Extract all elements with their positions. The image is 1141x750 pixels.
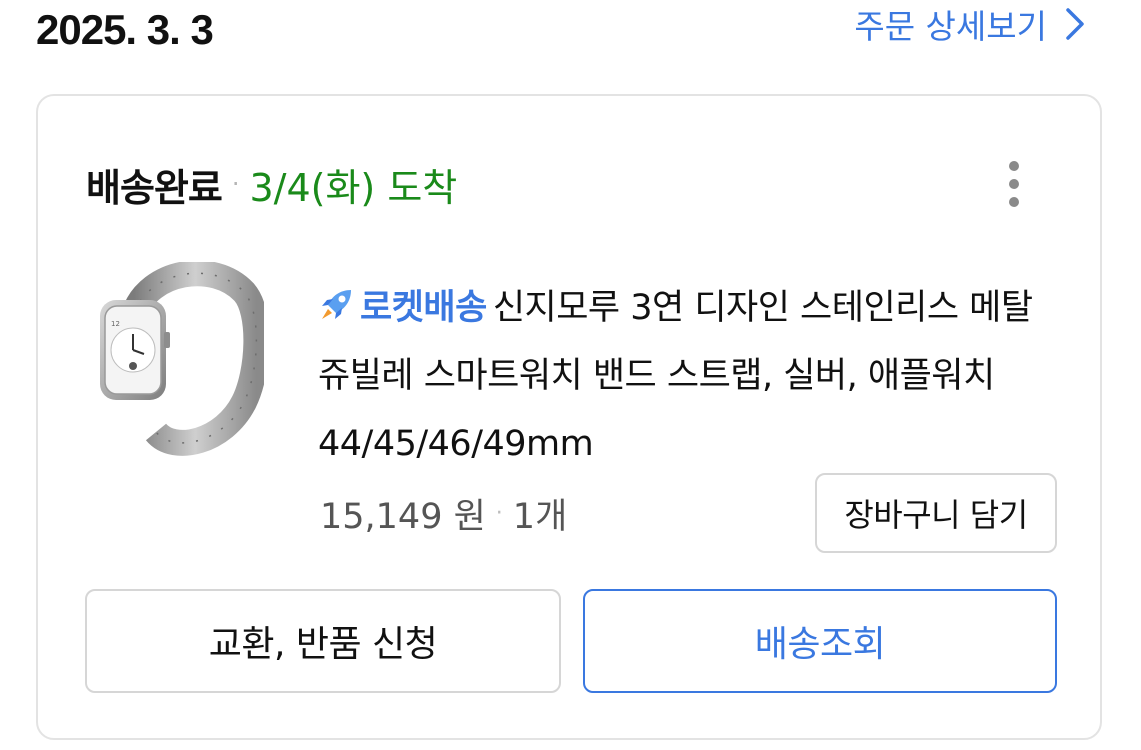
- chevron-right-icon: [1065, 7, 1085, 41]
- delivery-status: 배송완료 · 3/4(화) 도착: [86, 154, 457, 214]
- order-card: 배송완료 · 3/4(화) 도착 12 로켓배송 신지모루 3연 디자인 스테인…: [36, 94, 1102, 740]
- order-detail-link[interactable]: 주문 상세보기: [854, 0, 1085, 48]
- svg-text:12: 12: [111, 320, 120, 328]
- add-to-cart-button[interactable]: 장바구니 담기: [815, 473, 1057, 553]
- order-detail-label: 주문 상세보기: [854, 7, 1047, 46]
- price-quantity: 15,149 원 · 1개: [320, 488, 567, 539]
- product-title[interactable]: 로켓배송 신지모루 3연 디자인 스테인리스 메탈 쥬빌레 스마트워치 밴드 스트…: [318, 274, 1058, 478]
- rocket-delivery-badge: 로켓배송: [360, 288, 487, 328]
- delivery-status-label: 배송완료: [86, 165, 223, 210]
- track-delivery-button[interactable]: 배송조회: [583, 589, 1057, 693]
- more-options-button[interactable]: [1002, 158, 1026, 214]
- order-date: 2025. 3. 3: [36, 6, 214, 53]
- more-vertical-icon: [1009, 161, 1019, 207]
- arrival-date: 3/4(화) 도착: [249, 165, 458, 210]
- smartwatch-product-image[interactable]: 12: [94, 260, 270, 458]
- exchange-return-button[interactable]: 교환, 반품 신청: [85, 589, 561, 693]
- rocket-icon: [318, 278, 354, 319]
- status-separator: ·: [231, 170, 240, 198]
- product-quantity: 1개: [512, 497, 568, 537]
- product-price: 15,149 원: [320, 497, 486, 537]
- price-separator: ·: [495, 501, 503, 526]
